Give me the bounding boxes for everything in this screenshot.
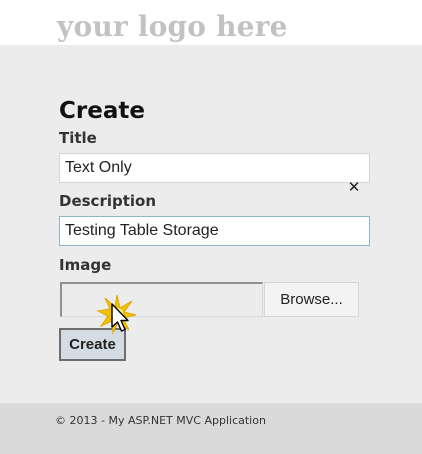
page-title: Create: [59, 98, 145, 124]
page-footer: © 2013 - My ASP.NET MVC Application: [0, 403, 422, 454]
mouse-pointer-icon: [111, 303, 129, 332]
main-content: Create Title Description Image Browse...…: [0, 45, 422, 403]
site-logo[interactable]: your logo here: [57, 9, 288, 45]
page-header: your logo here: [0, 0, 422, 45]
browse-button[interactable]: Browse...: [264, 282, 359, 317]
title-label: Title: [59, 129, 97, 147]
close-icon[interactable]: ✕: [346, 177, 362, 197]
image-label: Image: [59, 256, 112, 274]
title-input[interactable]: [59, 153, 370, 183]
footer-copyright: © 2013 - My ASP.NET MVC Application: [55, 414, 266, 427]
description-input[interactable]: [59, 216, 370, 246]
description-label: Description: [59, 192, 157, 210]
file-path-field[interactable]: [60, 282, 263, 317]
